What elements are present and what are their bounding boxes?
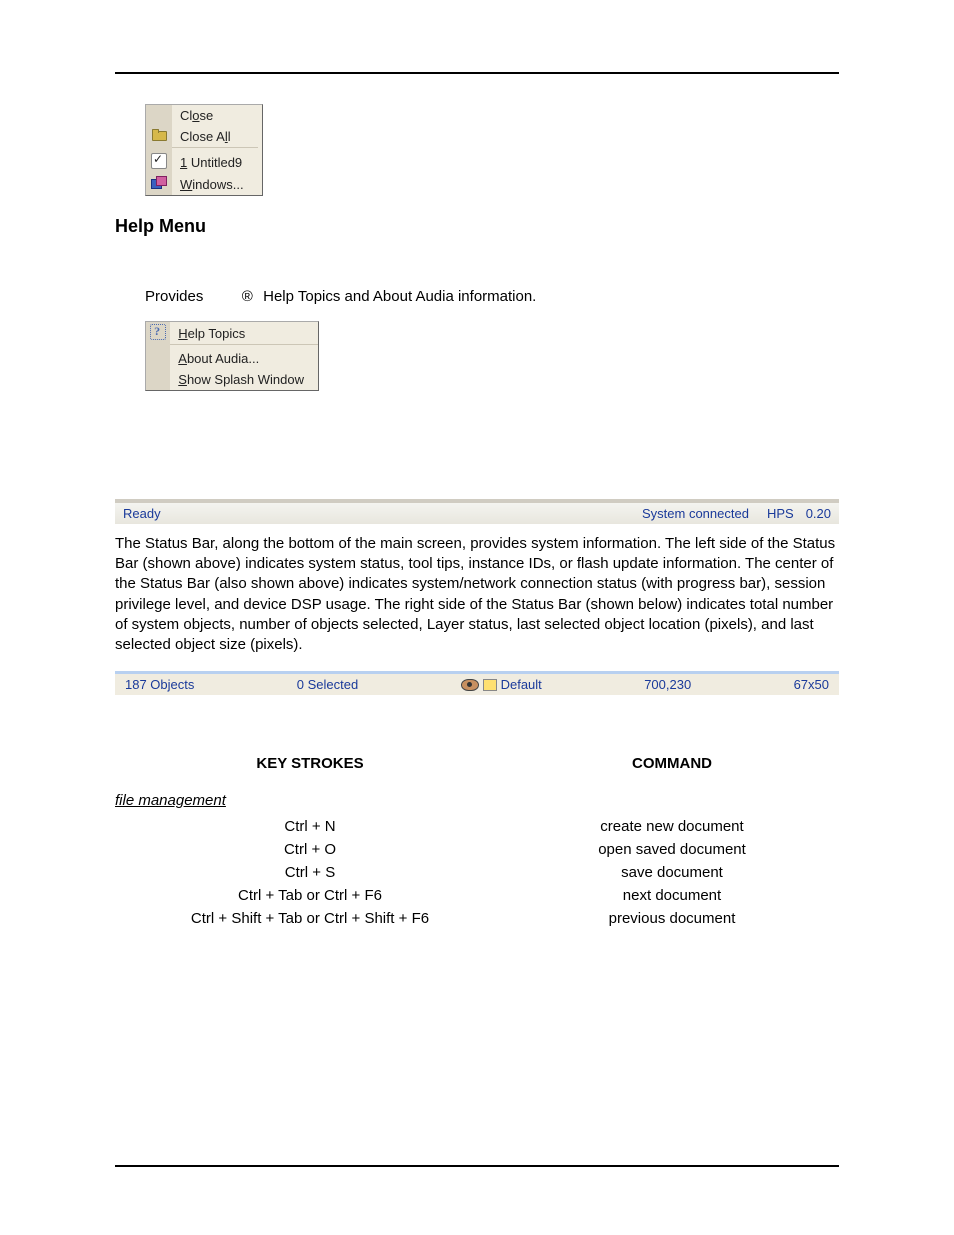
section-file-management: file management xyxy=(115,792,839,809)
status-objects: 187 Objects xyxy=(125,677,194,692)
menu-item-label: Close xyxy=(180,108,213,123)
shortcut-command: save document xyxy=(505,864,839,881)
shortcut-keys: Ctrl + S xyxy=(115,864,505,881)
shortcut-command: next document xyxy=(505,887,839,904)
status-ready: Ready xyxy=(123,506,161,521)
layer-color-icon xyxy=(483,679,497,691)
status-bar-bottom-screenshot: 187 Objects 0 Selected Default 700,230 6… xyxy=(115,671,839,695)
menu-item-label: About Audia... xyxy=(178,351,259,366)
folder-icon xyxy=(152,129,167,141)
shortcuts-table: Ctrl + N create new document Ctrl + O op… xyxy=(115,815,839,930)
shortcut-row: Ctrl + N create new document xyxy=(115,815,839,838)
menu-item[interactable]: Show Splash Window xyxy=(146,369,318,390)
window-menu-screenshot: Close Close All 1 Untitled9 Windows... xyxy=(145,104,263,196)
help-icon xyxy=(150,324,166,340)
shortcut-row: Ctrl + S save document xyxy=(115,861,839,884)
col-header-keystrokes: KEY STROKES xyxy=(115,755,505,772)
menu-item[interactable]: Windows... xyxy=(146,174,258,195)
shortcut-command: create new document xyxy=(505,818,839,835)
shortcut-row: Ctrl + Tab or Ctrl + F6 next document xyxy=(115,884,839,907)
menu-item[interactable]: Close All xyxy=(146,126,258,148)
menu-item[interactable]: 1 Untitled9 xyxy=(146,151,258,174)
shortcuts-table-header: KEY STROKES COMMAND xyxy=(115,755,839,772)
shortcut-keys: Ctrl + Shift + Tab or Ctrl + Shift + F6 xyxy=(115,910,505,927)
status-layer-name: Default xyxy=(501,677,542,692)
status-connection: System connected xyxy=(642,506,749,521)
status-hps-label: HPS xyxy=(767,506,794,521)
shortcut-keys: Ctrl + Tab or Ctrl + F6 xyxy=(115,887,505,904)
menu-item-label: Help Topics xyxy=(178,326,245,341)
shortcut-keys: Ctrl + O xyxy=(115,841,505,858)
bottom-rule xyxy=(115,1165,839,1167)
status-bar-description: The Status Bar, along the bottom of the … xyxy=(115,534,839,656)
shortcut-row: Ctrl + O open saved document xyxy=(115,838,839,861)
col-header-command: COMMAND xyxy=(505,755,839,772)
status-size: 67x50 xyxy=(794,677,829,692)
status-selected: 0 Selected xyxy=(297,677,358,692)
menu-item-label: Close All xyxy=(180,129,231,144)
menu-item-label: 1 Untitled9 xyxy=(180,155,242,170)
status-bar-top-screenshot: Ready System connected HPS 0.20 xyxy=(115,499,839,524)
menu-item[interactable]: About Audia... xyxy=(146,348,318,369)
checkmark-icon xyxy=(151,153,167,169)
status-layer: Default xyxy=(461,677,542,692)
menu-item-label: Windows... xyxy=(180,177,244,192)
menu-item[interactable]: Help Topics xyxy=(146,322,318,345)
shortcut-command: previous document xyxy=(505,910,839,927)
help-menu-description: Provides ® Help Topics and About Audia i… xyxy=(145,287,839,307)
shortcut-command: open saved document xyxy=(505,841,839,858)
menu-item-label: Show Splash Window xyxy=(178,372,304,387)
help-menu-heading: Help Menu xyxy=(115,216,839,237)
document-page: Close Close All 1 Untitled9 Windows... xyxy=(0,0,954,1235)
menu-item[interactable]: Close xyxy=(146,105,258,126)
shortcut-keys: Ctrl + N xyxy=(115,818,505,835)
top-rule xyxy=(115,72,839,74)
status-location: 700,230 xyxy=(644,677,691,692)
help-menu-screenshot: Help Topics About Audia... Show Splash W… xyxy=(145,321,319,391)
windows-icon xyxy=(151,176,167,190)
shortcut-row: Ctrl + Shift + Tab or Ctrl + Shift + F6 … xyxy=(115,907,839,930)
status-hps-value: 0.20 xyxy=(806,506,831,521)
eye-icon xyxy=(461,679,479,691)
